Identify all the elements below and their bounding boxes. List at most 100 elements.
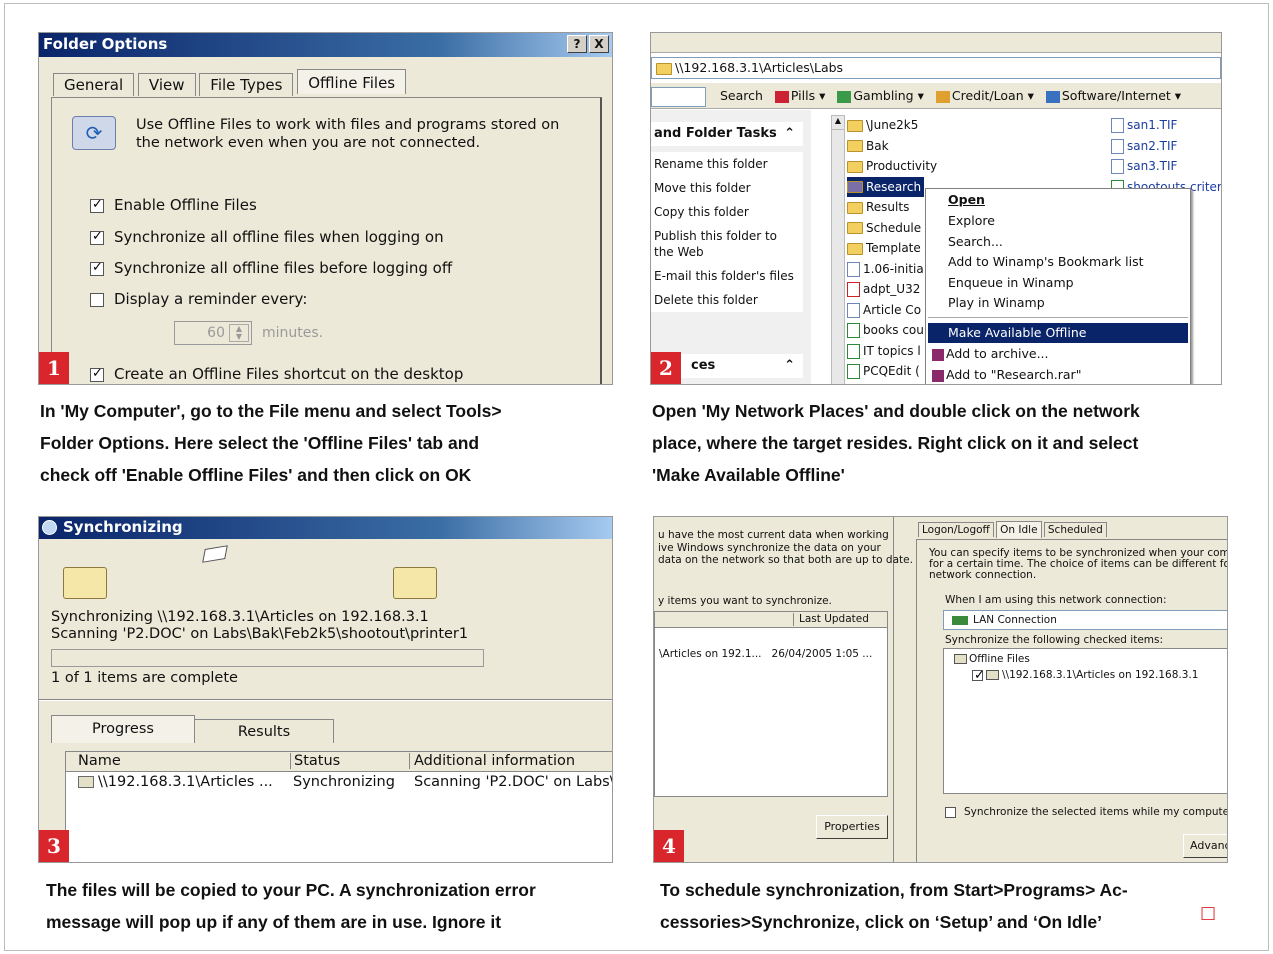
file-item[interactable]: Schedule — [847, 218, 937, 239]
file-item[interactable]: Article Co — [847, 300, 937, 321]
task-list: Rename this folder Move this folder Copy… — [651, 152, 803, 312]
menu-play-winamp[interactable]: Play in Winamp — [948, 295, 1045, 310]
task-copy[interactable]: Copy this folder — [654, 204, 800, 220]
file-list-col2: san1.TIF san2.TIF san3.TIF shootouts cri… — [1111, 115, 1221, 197]
menu-add-rar[interactable]: Add to "Research.rar" — [932, 367, 1081, 382]
search-input[interactable] — [651, 86, 706, 107]
task-email[interactable]: E-mail this folder's files — [654, 268, 800, 284]
menu-enqueue-winamp[interactable]: Enqueue in Winamp — [948, 275, 1074, 290]
file-item[interactable]: adpt_U32 — [847, 279, 937, 300]
connection-label: When I am using this network connection: — [945, 594, 1167, 606]
credit-icon — [935, 90, 950, 103]
col-info[interactable]: Additional information — [409, 753, 575, 769]
file-item[interactable]: san1.TIF — [1111, 115, 1221, 136]
option-enable-offline[interactable]: Enable Offline Files — [90, 196, 257, 214]
search-button[interactable]: Search — [720, 88, 763, 103]
reminder-minutes-spinner[interactable]: 60 ▲ ▼ — [174, 321, 252, 345]
list-header: Name Status Additional information — [66, 752, 612, 772]
file-item[interactable]: IT topics l — [847, 341, 937, 362]
tab-progress[interactable]: Progress — [51, 715, 195, 743]
spinner-arrows-icon[interactable]: ▲ ▼ — [229, 324, 249, 342]
caption-step-4: To schedule synchronization, from Start>… — [660, 880, 1128, 932]
shortcut-checkbox[interactable] — [90, 366, 104, 382]
file-item-selected[interactable]: Research — [847, 176, 925, 197]
sync-status-line2: Scanning 'P2.DOC' on Labs\Bak\Feb2k5\sho… — [51, 626, 469, 642]
link-pills[interactable]: Pills ▾ — [774, 88, 825, 103]
tree-root[interactable]: Offline Files — [954, 653, 1030, 665]
file-item[interactable]: \June2k5 — [847, 115, 937, 136]
file-item[interactable]: san3.TIF — [1111, 156, 1221, 177]
sync-progress-bar — [51, 649, 484, 667]
menu-search[interactable]: Search... — [948, 234, 1003, 249]
menu-open[interactable]: Open — [948, 192, 985, 207]
option-sync-logon[interactable]: Synchronize all offline files when loggi… — [90, 228, 444, 246]
file-item[interactable]: Results — [847, 197, 937, 218]
tab-on-idle[interactable]: On Idle — [996, 521, 1042, 538]
task-delete[interactable]: Delete this folder — [654, 292, 800, 308]
col-name[interactable]: Name — [78, 753, 121, 769]
scroll-up-icon[interactable]: ▲ — [832, 116, 844, 130]
link-gambling[interactable]: Gambling ▾ — [837, 88, 924, 103]
address-bar[interactable]: \\192.168.3.1\Articles\Labs — [651, 57, 1221, 79]
tab-file-types[interactable]: File Types — [199, 73, 294, 96]
menu-add-archive[interactable]: Add to archive... — [932, 346, 1049, 361]
menu-explore[interactable]: Explore — [948, 213, 995, 228]
reminder-checkbox[interactable] — [90, 292, 104, 307]
sync-logon-checkbox[interactable] — [90, 229, 104, 245]
option-sync-logoff[interactable]: Synchronize all offline files before log… — [90, 259, 452, 277]
file-item[interactable]: PCQEdit ( — [847, 361, 937, 382]
menu-make-available-offline[interactable]: Make Available Offline — [928, 323, 1188, 343]
sync-logoff-checkbox[interactable] — [90, 260, 104, 276]
option-shortcut[interactable]: Create an Offline Files shortcut on the … — [90, 365, 463, 383]
tab-offline-files[interactable]: Offline Files — [297, 69, 407, 94]
end-mark: □ — [1200, 903, 1217, 923]
tab-strip: Logon/Logoff On Idle Scheduled — [918, 521, 1107, 538]
file-item[interactable]: san2.TIF — [1111, 136, 1221, 157]
connection-select[interactable]: LAN Connection — [943, 610, 1227, 630]
help-button[interactable]: ? — [567, 35, 587, 53]
enable-offline-checkbox[interactable] — [90, 197, 104, 213]
tree-item-checkbox[interactable] — [972, 668, 985, 683]
sync-window-icon — [42, 520, 57, 535]
option-reminder[interactable]: Display a reminder every: — [90, 290, 307, 308]
window-title: Folder Options — [43, 35, 168, 53]
task-rename[interactable]: Rename this folder — [654, 156, 800, 172]
scrollbar[interactable]: ▲ — [831, 115, 845, 384]
folder-icon — [656, 62, 672, 75]
menu-separator — [928, 317, 1188, 318]
offline-files-icon — [954, 654, 967, 664]
divider — [39, 699, 612, 701]
tab-logon-logoff[interactable]: Logon/Logoff — [918, 522, 994, 537]
left-desc: u have the most current data when workin… — [658, 529, 913, 566]
menu-winamp-bookmark[interactable]: Add to Winamp's Bookmark list — [948, 254, 1144, 269]
table-row[interactable]: \\192.168.3.1\Articles ... Synchronizing… — [66, 772, 612, 796]
left-list-row[interactable]: \Articles on 192.1... 26/04/2005 1:05 ..… — [659, 648, 872, 661]
tab-scheduled[interactable]: Scheduled — [1043, 522, 1107, 537]
advanced-button[interactable]: Advanc — [1183, 834, 1227, 858]
file-item[interactable]: 1.06-initia — [847, 259, 937, 280]
collapse-places-icon[interactable]: ⌃ — [784, 354, 795, 378]
properties-button[interactable]: Properties — [816, 815, 888, 839]
file-item[interactable]: books cou — [847, 320, 937, 341]
synchronize-setup-screenshot: u have the most current data when workin… — [653, 516, 1228, 863]
collapse-icon[interactable]: ⌃ — [784, 122, 795, 146]
file-item[interactable]: Productivity — [847, 156, 937, 177]
tasks-header[interactable]: and Folder Tasks ⌃ — [651, 122, 803, 146]
task-publish[interactable]: Publish this folder to the Web — [654, 228, 800, 260]
idle-checkbox[interactable] — [945, 806, 956, 818]
tab-general[interactable]: General — [53, 73, 135, 96]
link-software[interactable]: Software/Internet ▾ — [1045, 88, 1181, 103]
file-item[interactable]: Bak — [847, 136, 937, 157]
tree-item[interactable]: \\192.168.3.1\Articles on 192.168.3.1 — [972, 668, 1198, 683]
tab-view[interactable]: View — [137, 73, 196, 96]
task-move[interactable]: Move this folder — [654, 180, 800, 196]
caption-step-3: The files will be copied to your PC. A s… — [46, 880, 536, 932]
col-status[interactable]: Status — [290, 753, 340, 769]
file-item[interactable]: Template — [847, 238, 937, 259]
close-button[interactable]: X — [589, 35, 609, 53]
link-credit-loan[interactable]: Credit/Loan ▾ — [935, 88, 1034, 103]
tab-results[interactable]: Results — [194, 719, 334, 743]
idle-option[interactable]: Synchronize the selected items while my … — [945, 806, 1227, 818]
step-badge-4: 4 — [654, 830, 684, 862]
task-pane: and Folder Tasks ⌃ Rename this folder Mov… — [651, 110, 811, 384]
